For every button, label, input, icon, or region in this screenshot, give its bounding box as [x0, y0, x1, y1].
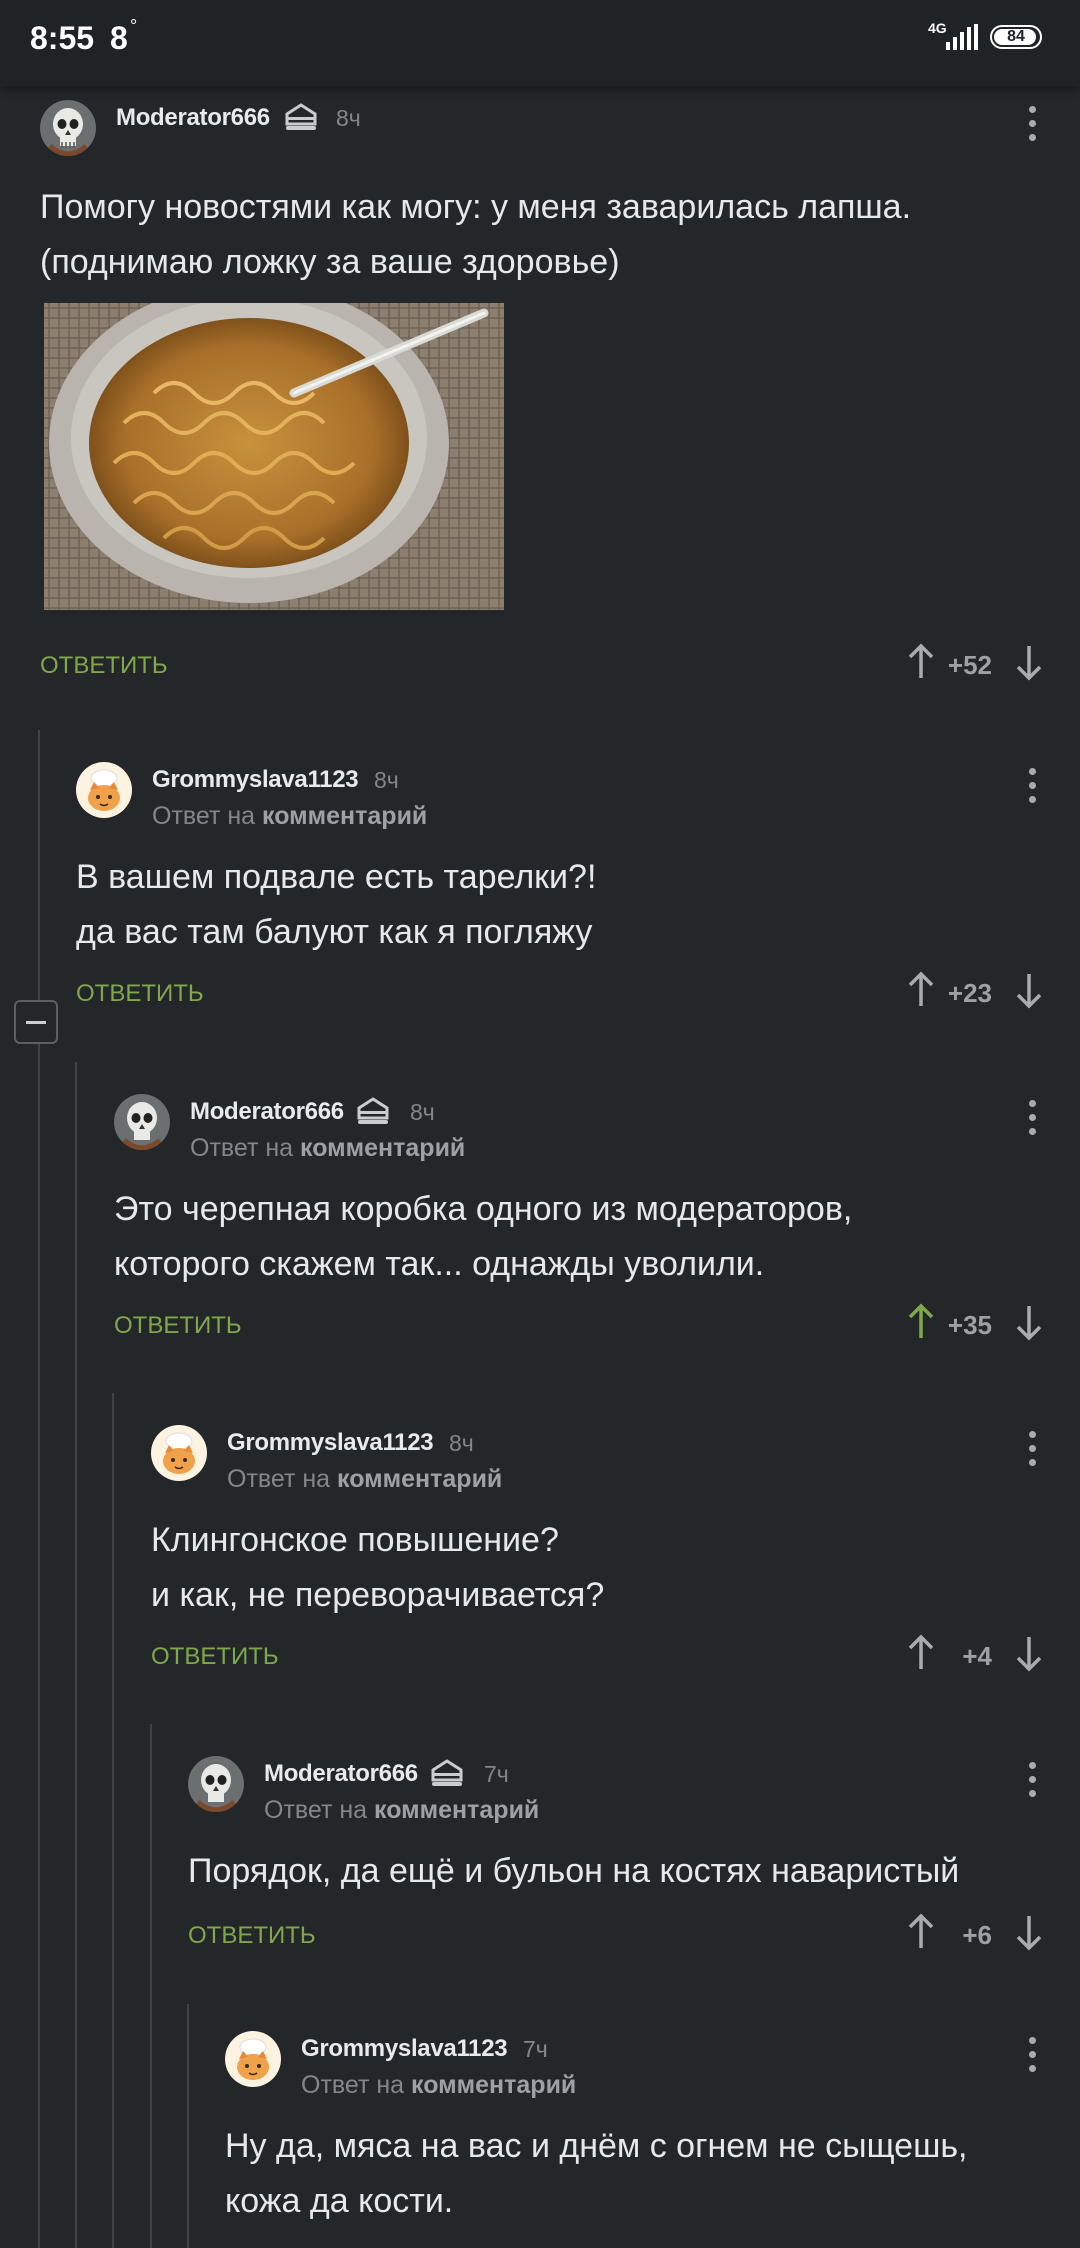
reply-to-link[interactable]: комментарий — [337, 1465, 502, 1493]
downvote-arrow-icon[interactable] — [1014, 1302, 1044, 1342]
upvote-arrow-icon[interactable] — [906, 970, 936, 1010]
comment-actions: ОТВЕТИТЬ +23 — [76, 970, 1080, 1018]
reply-to-link[interactable]: комментарий — [300, 1134, 465, 1162]
comment-actions: ОТВЕТИТЬ +6 — [188, 1912, 1080, 1960]
degree-icon: ° — [130, 16, 138, 36]
chef-cat-avatar-icon — [76, 762, 132, 818]
collapse-thread-button[interactable] — [14, 1000, 58, 1044]
reply-to-label: Ответ на комментарий — [190, 1134, 465, 1163]
noodle-bowl-image[interactable] — [44, 303, 504, 610]
reply-to-label: Ответ на комментарий — [301, 2071, 576, 2100]
reply-to-label: Ответ на комментарий — [227, 1465, 502, 1494]
reply-button[interactable]: ОТВЕТИТЬ — [151, 1643, 279, 1671]
upvote-arrow-icon[interactable] — [906, 642, 936, 682]
moderator-badge-icon — [285, 103, 317, 130]
comment-score: +52 — [947, 650, 992, 680]
comment-author[interactable]: Moderator666 — [264, 1760, 418, 1788]
comment-time: 8ч — [410, 1099, 435, 1125]
upvote-arrow-icon[interactable] — [906, 1912, 936, 1952]
reply-button[interactable]: ОТВЕТИТЬ — [76, 980, 204, 1008]
comment-text: Ну да, мяса на вас и днём с огнем не сыщ… — [225, 2127, 968, 2220]
reply-to-prefix: Ответ на — [264, 1796, 368, 1824]
avatar[interactable] — [76, 762, 132, 818]
comment-text: Помогу новостями как могу: у меня завари… — [40, 188, 912, 281]
reply-to-label: Ответ на комментарий — [152, 802, 427, 831]
moderator-badge-icon — [357, 1097, 389, 1124]
reply-to-prefix: Ответ на — [152, 802, 256, 830]
comment-author[interactable]: Grommyslava1123 — [152, 766, 359, 794]
avatar[interactable] — [114, 1094, 170, 1150]
comment-score: +23 — [947, 978, 992, 1008]
comment-score: +6 — [962, 1920, 992, 1950]
comment-actions: ОТВЕТИТЬ +35 — [114, 1302, 1080, 1350]
battery-icon: 84 — [990, 25, 1042, 49]
comment-time: 7ч — [484, 1761, 509, 1787]
comment-author[interactable]: Moderator666 — [190, 1098, 344, 1126]
comment: Moderator666 8ч Ответ на комментарий Это… — [114, 1094, 1080, 1364]
reply-to-label: Ответ на комментарий — [264, 1796, 539, 1825]
avatar[interactable] — [40, 100, 96, 156]
chef-cat-avatar-icon — [225, 2031, 281, 2087]
comment-actions: ОТВЕТИТЬ +52 — [40, 642, 1080, 690]
battery-level: 84 — [1007, 28, 1025, 45]
reply-to-link[interactable]: комментарий — [411, 2071, 576, 2099]
reply-button[interactable]: ОТВЕТИТЬ — [40, 652, 168, 680]
moderator-badge-icon — [431, 1759, 463, 1786]
more-options-icon[interactable] — [1028, 1762, 1036, 1798]
status-time: 8:55 — [30, 20, 95, 56]
reply-button[interactable]: ОТВЕТИТЬ — [114, 1312, 242, 1340]
comment-text: Клингонское повышение? и как, не перевор… — [151, 1521, 605, 1614]
downvote-arrow-icon[interactable] — [1014, 1912, 1044, 1952]
skull-avatar-icon — [188, 1756, 244, 1812]
upvote-arrow-icon[interactable] — [906, 1302, 936, 1342]
reply-to-link[interactable]: комментарий — [262, 802, 427, 830]
comment-text: Это черепная коробка одного из модератор… — [114, 1190, 853, 1283]
thread-line — [150, 1724, 152, 2248]
comment: Moderator666 7ч Ответ на комментарий Пор… — [188, 1756, 1080, 1976]
comment-actions: ОТВЕТИТЬ +4 — [151, 1633, 1080, 1681]
chef-cat-avatar-icon — [151, 1425, 207, 1481]
skull-avatar-icon — [114, 1094, 170, 1150]
reply-to-prefix: Ответ на — [190, 1134, 294, 1162]
skull-avatar-icon — [40, 100, 96, 156]
avatar[interactable] — [188, 1756, 244, 1812]
downvote-arrow-icon[interactable] — [1014, 642, 1044, 682]
status-temperature: 8 — [110, 20, 128, 56]
comment-time: 8ч — [336, 105, 361, 131]
comment-author[interactable]: Grommyslava1123 — [301, 2035, 508, 2063]
status-bar: 8:55 8 ° 4G 84 — [0, 0, 1080, 86]
more-options-icon[interactable] — [1028, 768, 1036, 804]
comment-author[interactable]: Moderator666 — [116, 104, 270, 132]
comment: Grommyslava1123 7ч Ответ на комментарий … — [225, 2031, 1080, 2248]
signal-icon — [946, 24, 978, 50]
reply-to-prefix: Ответ на — [227, 1465, 331, 1493]
comment-score: +35 — [947, 1310, 992, 1340]
reply-button[interactable]: ОТВЕТИТЬ — [188, 1922, 316, 1950]
downvote-arrow-icon[interactable] — [1014, 970, 1044, 1010]
comment-author[interactable]: Grommyslava1123 — [227, 1429, 434, 1457]
reply-to-link[interactable]: комментарий — [374, 1796, 539, 1824]
downvote-arrow-icon[interactable] — [1014, 1633, 1044, 1673]
comment-time: 7ч — [523, 2036, 548, 2062]
comment-score: +4 — [962, 1641, 992, 1671]
avatar[interactable] — [225, 2031, 281, 2087]
comment-time: 8ч — [374, 767, 399, 793]
thread-line — [75, 1062, 77, 2248]
reply-to-prefix: Ответ на — [301, 2071, 405, 2099]
upvote-arrow-icon[interactable] — [906, 1633, 936, 1673]
more-options-icon[interactable] — [1028, 1100, 1036, 1136]
comment: Grommyslava1123 8ч Ответ на комментарий … — [76, 762, 1080, 1032]
avatar[interactable] — [151, 1425, 207, 1481]
thread-line — [112, 1393, 114, 2248]
more-options-icon[interactable] — [1028, 2037, 1036, 2073]
comment-text: В вашем подвале есть тарелки?! да вас та… — [76, 858, 597, 951]
thread-line — [38, 730, 40, 2248]
more-options-icon[interactable] — [1028, 106, 1036, 142]
comment-text: Порядок, да ещё и бульон на костях навар… — [188, 1852, 960, 1890]
comment-time: 8ч — [449, 1430, 474, 1456]
comment: Grommyslava1123 8ч Ответ на комментарий … — [151, 1425, 1080, 1695]
more-options-icon[interactable] — [1028, 1431, 1036, 1467]
thread-line — [187, 2004, 189, 2248]
